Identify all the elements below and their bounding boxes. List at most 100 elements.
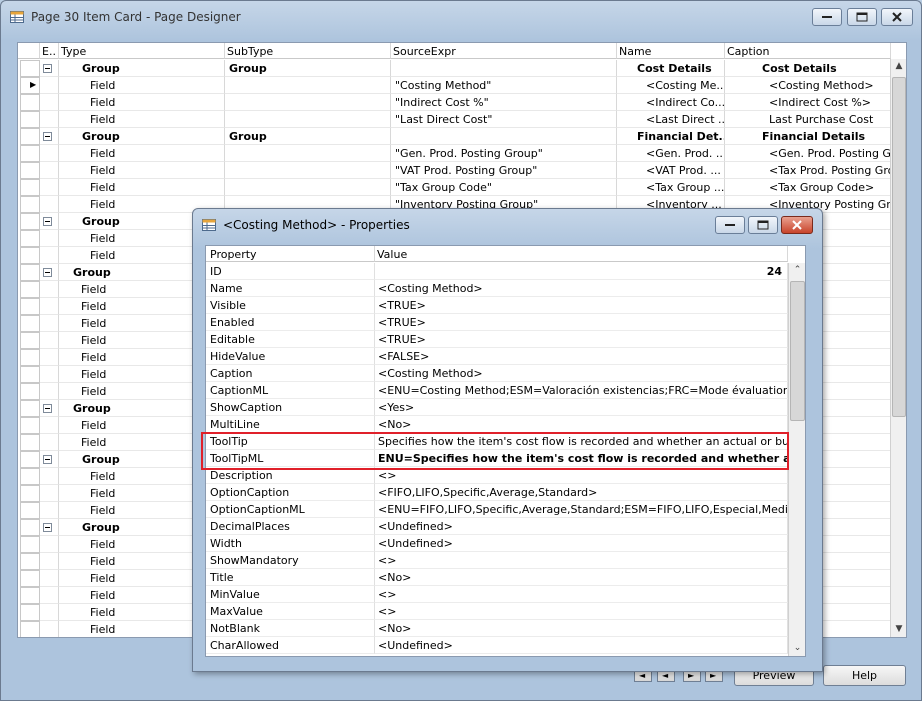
property-row[interactable]: Editable <TRUE> [206, 331, 788, 348]
column-header-property[interactable]: Property [206, 246, 375, 262]
properties-scroll-thumb[interactable] [790, 281, 805, 421]
cell-name[interactable]: <Last Direct ... [617, 111, 725, 128]
property-row[interactable]: MinValue <> [206, 586, 788, 603]
property-value[interactable]: <Undefined> [375, 637, 788, 654]
property-value[interactable]: 24 [375, 263, 788, 280]
expand-cell[interactable] [40, 128, 59, 145]
expand-cell[interactable] [40, 264, 59, 281]
property-name[interactable]: MultiLine [206, 416, 375, 433]
cell-type[interactable]: Field [59, 145, 225, 162]
collapse-icon[interactable] [43, 523, 52, 532]
cell-type[interactable]: Field [59, 77, 225, 94]
property-name[interactable]: CaptionML [206, 382, 375, 399]
collapse-icon[interactable] [43, 268, 52, 277]
close-button[interactable] [881, 8, 913, 26]
property-name[interactable]: Name [206, 280, 375, 297]
cell-subtype[interactable] [225, 162, 391, 179]
property-name[interactable]: Enabled [206, 314, 375, 331]
property-value[interactable]: <Yes> [375, 399, 788, 416]
property-name[interactable]: Visible [206, 297, 375, 314]
row-selector[interactable] [20, 417, 40, 434]
row-selector[interactable] [20, 587, 40, 604]
table-row[interactable]: ▶ Field "Costing Method" <Costing Me... <Cos… [18, 77, 891, 94]
main-titlebar[interactable]: Page 30 Item Card - Page Designer [1, 1, 921, 31]
cell-name[interactable]: <Costing Me... [617, 77, 725, 94]
property-row[interactable]: OptionCaptionML <ENU=FIFO,LIFO,Specific,A… [206, 501, 788, 518]
expand-cell[interactable] [40, 77, 59, 94]
cell-name[interactable]: Financial Det... [617, 128, 725, 145]
expand-cell[interactable] [40, 519, 59, 536]
property-value[interactable]: <FIFO,LIFO,Specific,Average,Standard> [375, 484, 788, 501]
cell-caption[interactable]: Last Purchase Cost [725, 111, 891, 128]
row-selector[interactable] [20, 400, 40, 417]
row-selector[interactable] [20, 230, 40, 247]
row-selector[interactable] [20, 145, 40, 162]
row-selector[interactable] [20, 298, 40, 315]
property-row[interactable]: ShowMandatory <> [206, 552, 788, 569]
expand-cell[interactable] [40, 298, 59, 315]
property-row[interactable]: MultiLine <No> [206, 416, 788, 433]
expand-cell[interactable] [40, 485, 59, 502]
main-vertical-scrollbar[interactable]: ▲ ▼ [890, 59, 906, 637]
property-value[interactable]: <Undefined> [375, 518, 788, 535]
column-header-caption[interactable]: Caption [725, 43, 891, 59]
cell-source[interactable]: "Indirect Cost %" [391, 94, 617, 111]
property-name[interactable]: ShowMandatory [206, 552, 375, 569]
properties-vertical-scrollbar[interactable]: ⌃ ⌄ [788, 263, 805, 656]
row-selector[interactable] [20, 383, 40, 400]
row-selector[interactable] [20, 485, 40, 502]
row-selector[interactable] [20, 553, 40, 570]
cell-source[interactable] [391, 60, 617, 77]
property-row[interactable]: Name <Costing Method> [206, 280, 788, 297]
property-row[interactable]: MaxValue <> [206, 603, 788, 620]
cell-caption[interactable]: Financial Details [725, 128, 891, 145]
row-selector[interactable] [20, 468, 40, 485]
cell-type[interactable]: Group [59, 60, 225, 77]
expand-cell[interactable] [40, 553, 59, 570]
cell-type[interactable]: Field [59, 179, 225, 196]
row-selector[interactable] [20, 162, 40, 179]
expand-cell[interactable] [40, 111, 59, 128]
row-selector[interactable] [20, 179, 40, 196]
property-name[interactable]: NotBlank [206, 620, 375, 637]
cell-name[interactable]: <Gen. Prod. ... [617, 145, 725, 162]
property-name[interactable]: CharAllowed [206, 637, 375, 654]
cell-caption[interactable]: <Indirect Cost %> [725, 94, 891, 111]
scroll-up-button[interactable]: ▲ [891, 59, 906, 75]
expand-cell[interactable] [40, 621, 59, 637]
expand-cell[interactable] [40, 587, 59, 604]
minimize-button[interactable] [812, 8, 842, 26]
table-row[interactable]: Field "Last Direct Cost" <Last Direct ... L… [18, 111, 891, 128]
property-value[interactable]: <ENU=Costing Method;ESM=Valoración exist… [375, 382, 788, 399]
property-name[interactable]: MaxValue [206, 603, 375, 620]
expand-cell[interactable] [40, 332, 59, 349]
cell-name[interactable]: Cost Details [617, 60, 725, 77]
help-button[interactable]: Help [823, 665, 906, 686]
cell-type[interactable]: Field [59, 111, 225, 128]
column-header-e[interactable]: E.. [40, 43, 59, 59]
row-selector[interactable] [20, 502, 40, 519]
property-value[interactable]: <TRUE> [375, 314, 788, 331]
cell-subtype[interactable] [225, 111, 391, 128]
cell-source[interactable]: "Costing Method" [391, 77, 617, 94]
property-row[interactable]: NotBlank <No> [206, 620, 788, 637]
expand-cell[interactable] [40, 196, 59, 213]
table-row[interactable]: Field "Indirect Cost %" <Indirect Co... <In… [18, 94, 891, 111]
property-row[interactable]: OptionCaption <FIFO,LIFO,Specific,Average… [206, 484, 788, 501]
row-selector[interactable] [20, 213, 40, 230]
property-value[interactable]: <TRUE> [375, 331, 788, 348]
property-name[interactable]: OptionCaptionML [206, 501, 375, 518]
cell-caption[interactable]: <Tax Prod. Posting Group> [725, 162, 891, 179]
property-row[interactable]: DecimalPlaces <Undefined> [206, 518, 788, 535]
expand-cell[interactable] [40, 366, 59, 383]
expand-cell[interactable] [40, 60, 59, 77]
expand-cell[interactable] [40, 145, 59, 162]
table-row[interactable]: Field "VAT Prod. Posting Group" <VAT Prod.… [18, 162, 891, 179]
collapse-icon[interactable] [43, 132, 52, 141]
maximize-button[interactable] [847, 8, 877, 26]
cell-subtype[interactable] [225, 94, 391, 111]
property-row[interactable]: ShowCaption <Yes> [206, 399, 788, 416]
cell-caption[interactable]: <Tax Group Code> [725, 179, 891, 196]
property-value[interactable]: <FALSE> [375, 348, 788, 365]
expand-cell[interactable] [40, 451, 59, 468]
